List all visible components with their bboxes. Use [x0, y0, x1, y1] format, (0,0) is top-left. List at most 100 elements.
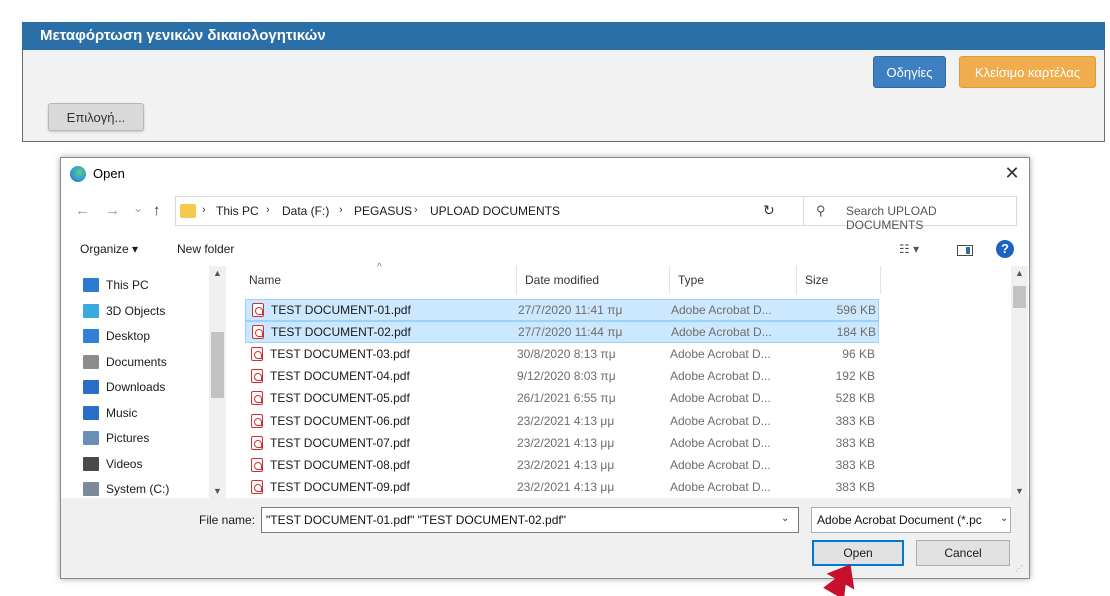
file-row[interactable]: TEST DOCUMENT-09.pdf 23/2/2021 4:13 μμ Ado… — [245, 477, 879, 499]
file-name-cell: TEST DOCUMENT-04.pdf — [270, 368, 410, 383]
desktop-icon — [83, 329, 99, 343]
file-list-pane: Name ^ Date modified Type Size TEST DOCU… — [237, 262, 1029, 499]
close-tab-button[interactable]: Κλείσιμο καρτέλας — [959, 56, 1096, 88]
nav-scrollbar-thumb[interactable] — [211, 332, 224, 398]
sidebar-item-music[interactable]: Music — [83, 402, 137, 424]
sidebar-item-this-pc[interactable]: This PC — [83, 274, 149, 296]
scroll-down-icon[interactable]: ▼ — [1015, 486, 1024, 496]
file-row[interactable]: TEST DOCUMENT-04.pdf 9/12/2020 8:03 πμ Ado… — [245, 366, 879, 388]
search-box[interactable]: ⚲ Search UPLOAD DOCUMENTS — [803, 196, 1017, 232]
breadcrumb-data-drive[interactable]: Data (F:) — [282, 204, 329, 218]
view-options-icon[interactable]: ☷ ▾ — [899, 242, 919, 256]
close-icon[interactable]: ✕ — [1001, 162, 1023, 184]
file-name-input[interactable]: "TEST DOCUMENT-01.pdf" "TEST DOCUMENT-02… — [261, 507, 799, 533]
file-size-cell: 383 KB — [835, 458, 875, 473]
pdf-file-icon — [251, 368, 263, 383]
file-name-dropdown-icon[interactable]: ⌄ — [781, 513, 789, 524]
download-icon — [83, 380, 99, 394]
file-type-select[interactable]: Adobe Acrobat Document (*.pc — [811, 507, 1011, 533]
instructions-button[interactable]: Οδηγίες — [873, 56, 946, 88]
file-row[interactable]: TEST DOCUMENT-06.pdf 23/2/2021 4:13 μμ Ado… — [245, 411, 879, 433]
sidebar-item-label: Music — [106, 405, 138, 420]
up-arrow-icon[interactable]: ↑ — [153, 202, 161, 219]
breadcrumb-separator: › — [414, 204, 418, 216]
open-file-dialog: Open ✕ ← → ⌄ ↑ › This PC › Data (F:) › P… — [60, 157, 1030, 579]
back-arrow-icon[interactable]: ← — [75, 202, 90, 219]
file-size-cell: 184 KB — [836, 325, 876, 340]
edge-browser-icon — [70, 166, 86, 182]
file-row[interactable]: TEST DOCUMENT-01.pdf 27/7/2020 11:41 πμ Ad… — [245, 299, 879, 321]
sidebar-item-videos[interactable]: Videos — [83, 453, 142, 475]
file-type-cell: Adobe Acrobat D... — [671, 325, 772, 340]
address-bar[interactable]: › This PC › Data (F:) › PEGASUS › UPLOAD… — [175, 196, 855, 226]
breadcrumb-this-pc[interactable]: This PC — [216, 204, 259, 218]
file-size-cell: 596 KB — [836, 303, 876, 317]
search-placeholder: Search UPLOAD DOCUMENTS — [846, 204, 937, 232]
file-row[interactable]: TEST DOCUMENT-02.pdf 27/7/2020 11:44 πμ Ad… — [245, 321, 879, 344]
file-type-cell: Adobe Acrobat D... — [670, 435, 771, 450]
dialog-titlebar: Open ✕ — [61, 158, 1029, 190]
file-type-dropdown-icon[interactable]: ⌄ — [997, 513, 1009, 524]
sidebar-item-label: Documents — [106, 354, 167, 369]
scroll-up-icon[interactable]: ▲ — [213, 268, 222, 278]
sidebar-item-label: This PC — [106, 278, 149, 292]
organize-menu[interactable]: Organize ▾ — [80, 242, 138, 256]
cube-icon — [83, 303, 99, 318]
forward-arrow-icon[interactable]: → — [105, 202, 120, 219]
pdf-file-icon — [251, 435, 263, 450]
preview-pane-icon[interactable] — [957, 245, 973, 256]
file-scrollbar-thumb[interactable] — [1013, 286, 1026, 308]
navigation-pane: This PC 3D Objects Desktop Documents Downloa… — [61, 266, 229, 498]
cancel-button[interactable]: Cancel — [916, 540, 1010, 566]
sidebar-item-3d-objects[interactable]: 3D Objects — [83, 300, 165, 322]
file-row[interactable]: TEST DOCUMENT-07.pdf 23/2/2021 4:13 μμ Ado… — [245, 433, 879, 455]
help-icon[interactable]: ? — [996, 240, 1014, 258]
column-type-label: Type — [678, 273, 705, 287]
file-date-cell: 23/2/2021 4:13 μμ — [517, 413, 615, 428]
pdf-file-icon — [251, 480, 263, 495]
sidebar-item-pictures[interactable]: Pictures — [83, 427, 149, 449]
sort-ascending-icon: ^ — [377, 262, 382, 273]
column-header-size[interactable]: Size — [797, 266, 881, 294]
music-icon — [83, 405, 99, 420]
column-header-type[interactable]: Type — [670, 266, 797, 294]
file-name-cell: TEST DOCUMENT-01.pdf — [271, 303, 411, 317]
file-row[interactable]: TEST DOCUMENT-08.pdf 23/2/2021 4:13 μμ Ado… — [245, 455, 879, 477]
column-header-name[interactable]: Name ^ — [237, 262, 517, 294]
scroll-up-icon[interactable]: ▲ — [1015, 268, 1024, 278]
file-size-cell: 383 KB — [835, 413, 875, 428]
panel-title: Μεταφόρτωση γενικών δικαιολογητικών — [22, 22, 1105, 50]
pdf-file-icon — [251, 346, 263, 361]
sidebar-item-label: Videos — [106, 456, 143, 471]
sidebar-item-documents[interactable]: Documents — [83, 351, 167, 373]
resize-grip-icon[interactable]: ⋰ — [1015, 564, 1023, 573]
breadcrumb-upload-documents[interactable]: UPLOAD DOCUMENTS — [430, 204, 560, 218]
file-name-cell: TEST DOCUMENT-09.pdf — [270, 480, 410, 495]
select-file-button[interactable]: Επιλογή... — [48, 103, 144, 131]
file-row[interactable]: TEST DOCUMENT-05.pdf 26/1/2021 6:55 πμ Ado… — [245, 388, 879, 410]
breadcrumb-separator: › — [266, 204, 270, 216]
sidebar-item-downloads[interactable]: Downloads — [83, 376, 165, 398]
dialog-toolbar: Organize ▾ New folder ☷ ▾ ? — [61, 236, 1029, 264]
file-date-cell: 30/8/2020 8:13 πμ — [517, 346, 616, 361]
pdf-file-icon — [252, 325, 264, 340]
file-size-cell: 383 KB — [835, 480, 875, 495]
breadcrumb-pegasus[interactable]: PEGASUS — [354, 204, 412, 218]
sidebar-item-label: Desktop — [106, 329, 151, 343]
file-row[interactable]: TEST DOCUMENT-03.pdf 30/8/2020 8:13 πμ Ado… — [245, 344, 879, 366]
new-folder-button[interactable]: New folder — [177, 242, 234, 256]
recent-locations-chevron-icon[interactable]: ⌄ — [133, 201, 143, 215]
sidebar-item-system-c[interactable]: System (C:) — [83, 478, 169, 500]
column-date-label: Date modified — [525, 273, 600, 287]
pictures-icon — [83, 431, 99, 445]
sidebar-item-desktop[interactable]: Desktop — [83, 325, 150, 347]
search-icon: ⚲ — [816, 203, 826, 218]
file-name-cell: TEST DOCUMENT-07.pdf — [270, 435, 410, 450]
breadcrumb-separator: › — [339, 204, 343, 216]
pdf-file-icon — [251, 413, 263, 428]
file-name-cell: TEST DOCUMENT-03.pdf — [270, 346, 410, 361]
refresh-icon[interactable]: ↻ — [763, 202, 775, 219]
column-header-date[interactable]: Date modified — [517, 266, 670, 294]
scroll-down-icon[interactable]: ▼ — [213, 486, 222, 496]
column-name-label: Name — [249, 273, 282, 287]
